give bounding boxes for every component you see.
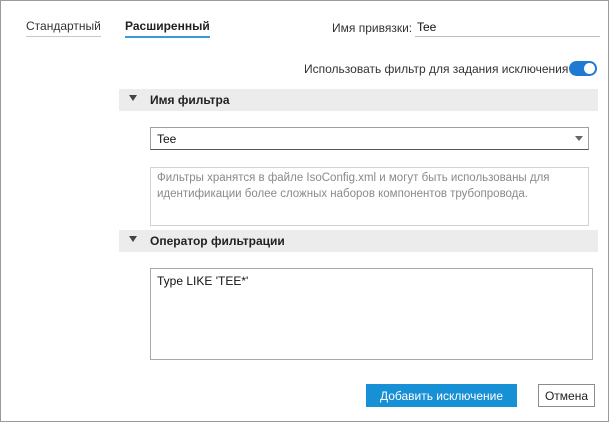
toggle-knob bbox=[584, 63, 595, 74]
binding-name-label: Имя привязки: bbox=[332, 21, 413, 35]
use-filter-label: Использовать фильтр для задания исключен… bbox=[304, 62, 569, 76]
filter-description-text: Фильтры хранятся в файле IsoConfig.xml и… bbox=[150, 167, 589, 226]
collapse-arrow-icon bbox=[129, 95, 137, 101]
tab-advanced[interactable]: Расширенный bbox=[125, 19, 210, 38]
filter-expression-input[interactable]: Type LIKE 'TEE*' bbox=[150, 268, 593, 360]
filter-name-section-header[interactable]: Имя фильтра bbox=[119, 89, 598, 111]
collapse-arrow-icon bbox=[129, 236, 137, 242]
filter-operator-section-header[interactable]: Оператор фильтрации bbox=[119, 230, 598, 252]
binding-name-input[interactable] bbox=[415, 17, 600, 37]
filter-name-dropdown[interactable]: Tee bbox=[150, 127, 589, 150]
dialog-window: Стандартный Расширенный Имя привязки: Ис… bbox=[0, 0, 609, 422]
add-exception-button[interactable]: Добавить исключение bbox=[366, 384, 517, 407]
chevron-down-icon bbox=[575, 136, 583, 141]
cancel-button[interactable]: Отмена bbox=[538, 384, 595, 407]
tab-standard[interactable]: Стандартный bbox=[26, 19, 101, 37]
filter-operator-section-title: Оператор фильтрации bbox=[150, 234, 285, 248]
use-filter-toggle[interactable] bbox=[569, 61, 597, 76]
filter-name-selected-value: Tee bbox=[157, 132, 177, 146]
filter-name-section-title: Имя фильтра bbox=[150, 93, 230, 107]
